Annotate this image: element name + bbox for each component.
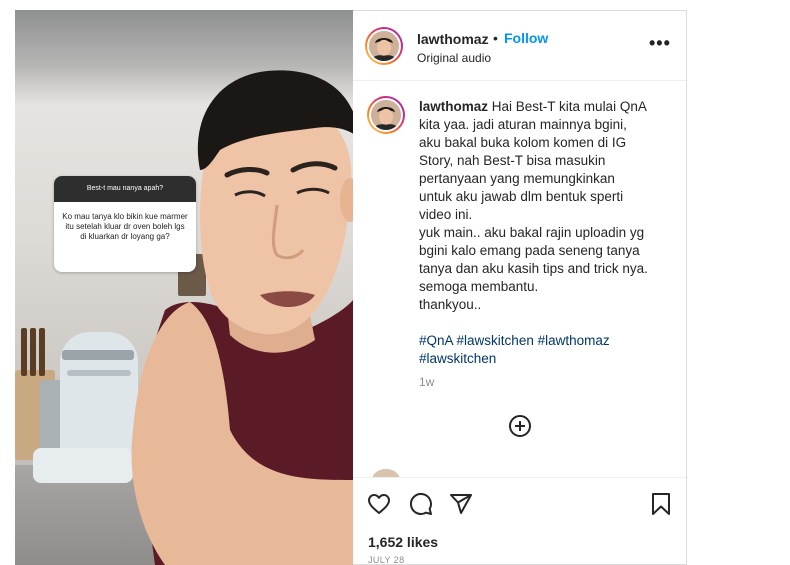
question-sticker-text: Ko mau tanya klo bikin kue marmer itu se… [62, 212, 188, 241]
caption-text: video ini. [419, 207, 473, 222]
comment-icon[interactable] [409, 492, 433, 516]
question-sticker: Best-t mau nanya apah? Ko mau tanya klo … [54, 176, 196, 272]
author-avatar[interactable] [365, 27, 403, 65]
caption-line: lawthomaz Hai Best-T kita mulai QnA [419, 98, 671, 116]
caption-text: yuk main.. aku bakal rajin uploadin yg [419, 225, 645, 240]
caption-text: semoga membantu. [419, 279, 539, 294]
post-details-panel: lawthomaz • Follow Original audio ••• la… [353, 10, 687, 565]
caption-text: bgini kalo emang pada seneng tanya [419, 243, 640, 258]
comment-avatar-peek [371, 469, 401, 477]
audio-label[interactable]: Original audio [417, 51, 491, 65]
caption-author-avatar[interactable] [367, 96, 405, 134]
bookmark-icon[interactable] [649, 492, 673, 516]
post-actions: 1,652 likes JULY 28 [353, 477, 686, 565]
caption-text: tanya dan aku kasih tips and trick nya. [419, 261, 648, 276]
more-options-icon[interactable]: ••• [649, 33, 671, 54]
separator-dot: • [493, 30, 498, 46]
hashtag-link[interactable]: #lawskitchen [457, 333, 534, 348]
caption-text: aku bakal buka kolom komen di IG [419, 135, 627, 150]
caption-text: thankyou.. [419, 297, 482, 312]
caption-text: Hai Best-T kita mulai QnA [491, 99, 647, 114]
hashtag-line: #lawskitchen [419, 350, 671, 368]
follow-button[interactable]: Follow [504, 30, 548, 46]
share-icon[interactable] [449, 492, 473, 516]
caption-scroll-area[interactable]: lawthomaz Hai Best-T kita mulai QnA kita… [353, 82, 686, 477]
avatar-portrait-icon [371, 100, 401, 130]
post-age[interactable]: 1w [419, 375, 434, 389]
hashtag-line: #QnA #lawskitchen #lawthomaz [419, 332, 671, 350]
caption-text: Story, nah Best-T bisa masukin [419, 153, 606, 168]
load-more-comments-icon[interactable] [509, 415, 531, 437]
hashtag-link[interactable]: #lawskitchen [419, 351, 496, 366]
hashtag-link[interactable]: #QnA [419, 333, 453, 348]
caption-username[interactable]: lawthomaz [419, 99, 488, 114]
hashtag-link[interactable]: #lawthomaz [538, 333, 610, 348]
post-caption: lawthomaz Hai Best-T kita mulai QnA kita… [419, 98, 671, 368]
heart-icon[interactable] [367, 492, 391, 516]
post-video[interactable]: Best-t mau nanya apah? Ko mau tanya klo … [15, 10, 353, 565]
post-date[interactable]: JULY 28 [368, 555, 405, 565]
caption-text: pertanyaan yang memungkinkan [419, 171, 615, 186]
likes-count[interactable]: 1,652 likes [368, 534, 438, 550]
instagram-post-modal: Best-t mau nanya apah? Ko mau tanya klo … [0, 0, 790, 565]
caption-text: untuk aku jawab dlm bentuk sperti [419, 189, 624, 204]
presenter-figure [131, 70, 353, 565]
avatar-portrait-icon [369, 31, 399, 61]
post-header: lawthomaz • Follow Original audio ••• [353, 11, 686, 81]
question-sticker-header: Best-t mau nanya apah? [54, 176, 196, 202]
caption-text: kita yaa. jadi aturan mainnya bgini, [419, 117, 627, 132]
author-username[interactable]: lawthomaz [417, 31, 489, 47]
